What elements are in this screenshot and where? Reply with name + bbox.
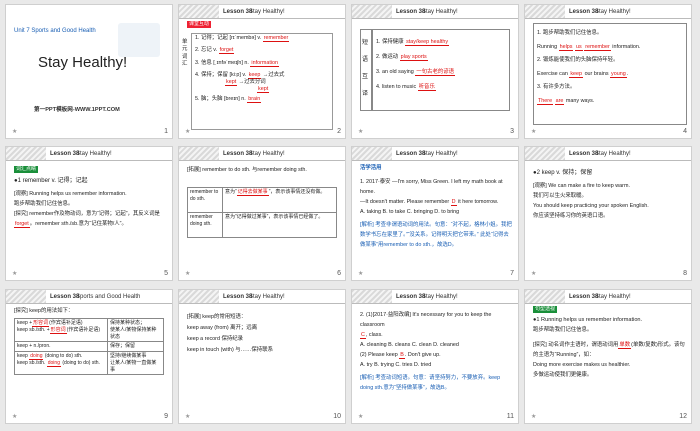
- slide1-site: 第一PPT模板网-WWW.1PPT.COM: [34, 107, 120, 113]
- slide1-decoration: [118, 23, 160, 57]
- table-row: remember doing sth. 意为“记得做过某事”，表示该事情已经做了。: [187, 212, 337, 238]
- slide-star-icon: ★: [12, 413, 18, 420]
- slide-thumbnail-9[interactable]: Lesson 38 Sports and Good Health [探究] kee…: [5, 289, 173, 424]
- slide-star-icon: ★: [531, 413, 537, 420]
- slide12-badge: 句型透视: [533, 306, 558, 313]
- slide-header: Lesson 38 Stay Healthy!: [525, 290, 691, 304]
- slide-number: 4: [683, 127, 687, 135]
- slide-header: Lesson 38 Stay Healthy!: [352, 147, 518, 161]
- slide-number: 3: [510, 127, 514, 135]
- slide1-unit-title: Unit 7 Sports and Good Health: [14, 28, 96, 34]
- slide5-body: [观察] Running helps us remember informati…: [14, 191, 160, 228]
- slide-number: 2: [337, 127, 341, 135]
- slide-star-icon: ★: [185, 270, 191, 277]
- slide-number: 9: [164, 412, 168, 420]
- slide-star-icon: ★: [185, 413, 191, 420]
- slide-header: Lesson 38 Stay Healthy!: [525, 147, 691, 161]
- slide2-side-label: 单元词汇: [182, 39, 188, 67]
- word-line: kept: [257, 86, 270, 94]
- slide-thumbnail-8[interactable]: Lesson 38 Stay Healthy! ●2 keep v. 保持；保留 …: [524, 146, 692, 281]
- slide2-list: 1. 记得；记起 [rɪˈmembə] v. remember 2. 忘记 v.…: [195, 35, 330, 103]
- slide-star-icon: ★: [12, 128, 18, 135]
- slide3-list: 1. 保持健康 stay/keep healthy 2. 做运动 play sp…: [376, 35, 456, 95]
- slide-thumbnail-10[interactable]: Lesson 38 Stay Healthy! [拓展] keep的常用短语： k…: [178, 289, 346, 424]
- slide6-top-text: [拓展] remember to do sth. 与remember doing…: [187, 167, 307, 173]
- slide-thumbnail-11[interactable]: Lesson 38 Stay Healthy! 2. (1)[2017·益阳改编]…: [351, 289, 519, 424]
- slide-number: 10: [333, 412, 341, 420]
- slide6-table: remember to do sth. 意为“记得去做某事”，表示该事情还没有做。…: [187, 187, 337, 238]
- table-row: remember to do sth. 意为“记得去做某事”，表示该事情还没有做。: [187, 187, 337, 213]
- slide-header: Lesson 38 Stay Healthy!: [352, 5, 518, 19]
- slide5-heading: ●1 remember v. 记得；记起: [14, 178, 88, 184]
- word-line: 2. 忘记 v. forget: [195, 47, 235, 55]
- slide12-heading: ●1 Running helps us remember information…: [533, 317, 643, 323]
- word-line: kept →过去分词: [225, 79, 266, 87]
- slide-star-icon: ★: [358, 128, 364, 135]
- slide-thumbnail-1[interactable]: Unit 7 Sports and Good Health Stay Healt…: [5, 4, 173, 139]
- slide10-body: [拓展] keep的常用短语： keep away (from) 离开；远离 k…: [187, 314, 273, 353]
- slide-header: Lesson 38 Stay Healthy!: [525, 5, 691, 19]
- phrase-line: 4. listen to music 听音乐: [376, 84, 436, 91]
- phrase-line: 2. 做运动 play sports: [376, 54, 428, 61]
- slide-star-icon: ★: [531, 128, 537, 135]
- table-row: keep + n./pron. 保存；保留: [14, 341, 164, 352]
- slide-number: 8: [683, 269, 687, 277]
- slide-header: Lesson 38 Stay Healthy!: [179, 147, 345, 161]
- slide9-table: keep +形容词(作宾语补足语) keep sb./sth. +形容词(作宾语补…: [14, 317, 164, 376]
- table-row: keep doing (doing to do) sth. keep sb./st…: [14, 350, 164, 376]
- slide-thumbnail-2[interactable]: Lesson 38 Stay Healthy! 课堂互动 单元词汇 1. 记得；记…: [178, 4, 346, 139]
- slide8-body: [观察] We can make a fire to keep warm. 我们…: [533, 183, 649, 219]
- slide-header: Lesson 38 Stay Healthy!: [6, 147, 172, 161]
- slide-number: 6: [337, 269, 341, 277]
- table-row: keep +形容词(作宾语补足语) keep sb./sth. +形容词(作宾语补…: [14, 317, 164, 343]
- phrase-line: 3. an old saying 一句古老的谚语: [376, 69, 456, 76]
- phrase-line: 1. 保持健康 stay/keep healthy: [376, 39, 450, 46]
- slide-header: Lesson 38 Stay Healthy!: [179, 290, 345, 304]
- slide-number: 11: [506, 412, 514, 420]
- slide12-body: [探究] 动名词作主语时，谓语动词用单数(单数/复数)形式。该句的主语为“Run…: [533, 342, 685, 378]
- slide11-body: 2. (1)[2017·益阳改编] It's necessary for you…: [360, 312, 501, 391]
- slide-star-icon: ★: [358, 270, 364, 277]
- slide-star-icon: ★: [12, 270, 18, 277]
- slide7-question: 1. 2017·泰安 —I'm sorry, Miss Green. I lef…: [360, 179, 512, 248]
- slide-thumbnail-4[interactable]: Lesson 38 Stay Healthy! 1. 跑步帮助我们记住信息。 Ru…: [524, 4, 692, 139]
- slide-thumbnail-7[interactable]: Lesson 38 Stay Healthy! 活学活用 1. 2017·泰安 —…: [351, 146, 519, 281]
- slide-number: 1: [164, 127, 168, 135]
- slide4-list: 1. 跑步帮助我们记住信息。 Running helps us remember…: [537, 30, 641, 105]
- slide-star-icon: ★: [531, 270, 537, 277]
- slide1-main-title: Stay Healthy!: [38, 54, 128, 71]
- slide-thumbnail-3[interactable]: Lesson 38 Stay Healthy! 短语互译 1. 保持健康 stay…: [351, 4, 519, 139]
- slide-star-icon: ★: [185, 128, 191, 135]
- slide-header: Lesson 38 Sports and Good Health: [6, 290, 172, 304]
- slide7-badge: 活学活用: [360, 165, 382, 171]
- slide-thumbnail-5[interactable]: Lesson 38 Stay Healthy! 词汇点睛 ●1 remember …: [5, 146, 173, 281]
- slide-header: Lesson 38 Stay Healthy!: [179, 5, 345, 19]
- slide-thumbnail-6[interactable]: Lesson 38 Stay Healthy! [拓展] remember to …: [178, 146, 346, 281]
- slide12-sub: 跑步帮助我们记住信息。: [533, 327, 593, 333]
- slide5-badge: 词汇点睛: [14, 166, 39, 173]
- slide2-badge: 课堂互动: [187, 21, 212, 28]
- word-line: 5. 脑；头脑 [breɪn] n. brain: [195, 95, 262, 103]
- slide3-side-label: 短语互译: [362, 40, 369, 97]
- slide8-heading: ●2 keep v. 保持；保留: [533, 170, 593, 176]
- slide-number: 7: [510, 269, 514, 277]
- word-line: 3. 信息 [ˌɪnfəˈmeɪʃn] n. information: [195, 59, 280, 67]
- slide-thumbnail-12[interactable]: Lesson 38 Stay Healthy! 句型透视 ●1 Running h…: [524, 289, 692, 424]
- word-line: 1. 记得；记起 [rɪˈmembə] v. remember: [195, 35, 290, 42]
- slide-header: Lesson 38 Stay Healthy!: [352, 290, 518, 304]
- slide9-top-text: [探究] keep的用法如下：: [14, 308, 74, 314]
- slide-number: 12: [679, 412, 687, 420]
- slide-star-icon: ★: [358, 413, 364, 420]
- slide-number: 5: [164, 269, 168, 277]
